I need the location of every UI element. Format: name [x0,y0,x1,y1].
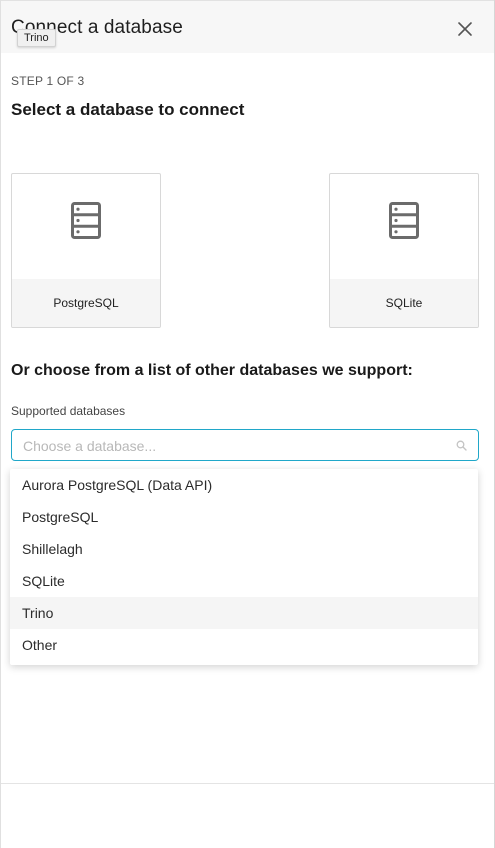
card-label-area: SQLite [330,279,478,327]
database-search-input[interactable] [23,436,443,456]
dropdown-option[interactable]: SQLite [10,565,478,597]
card-icon-area [12,174,160,279]
card-icon-area [330,174,478,279]
dropdown-option[interactable]: Other [10,629,478,661]
dropdown-option[interactable]: PostgreSQL [10,501,478,533]
close-button[interactable] [456,20,474,38]
card-label: PostgreSQL [53,296,119,310]
database-select[interactable] [11,429,479,461]
database-dropdown: Aurora PostgreSQL (Data API) PostgreSQL … [10,469,478,665]
dropdown-option[interactable]: Aurora PostgreSQL (Data API) [10,469,478,501]
connect-database-modal: Connect a database Trino STEP 1 OF 3 Sel… [0,0,495,848]
search-icon [456,440,467,451]
step-label: STEP 1 OF 3 [11,74,85,88]
footer-divider [1,783,494,784]
tooltip: Trino [17,29,56,47]
database-server-icon [389,202,419,239]
section-title: Select a database to connect [11,100,245,119]
card-label-area: PostgreSQL [12,279,160,327]
database-card-postgresql[interactable]: PostgreSQL [11,173,161,328]
supported-databases-label: Supported databases [11,404,126,418]
other-databases-title: Or choose from a list of other databases… [11,362,413,379]
database-card-sqlite[interactable]: SQLite [329,173,479,328]
card-label: SQLite [385,296,423,310]
close-icon [458,22,472,36]
database-server-icon [71,202,101,239]
dropdown-option-highlighted[interactable]: Trino [10,597,478,629]
dropdown-option[interactable]: Shillelagh [10,533,478,565]
modal-header: Connect a database [1,0,494,53]
